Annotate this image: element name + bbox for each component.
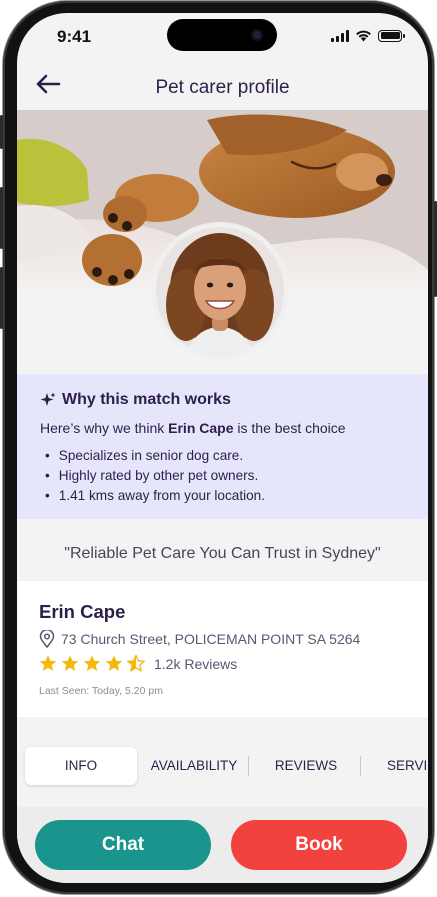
book-button[interactable]: Book bbox=[231, 820, 407, 870]
avatar bbox=[151, 222, 289, 360]
chat-button[interactable]: Chat bbox=[35, 820, 211, 870]
sparkle-icon bbox=[40, 392, 56, 406]
action-bar: Chat Book bbox=[17, 807, 428, 883]
tab-divider bbox=[360, 756, 361, 776]
tab-bar: INFO AVAILABILITY REVIEWS SERVICES bbox=[17, 747, 428, 785]
address-row: 73 Church Street, POLICEMAN POINT SA 526… bbox=[39, 630, 360, 648]
half-star-icon bbox=[127, 655, 145, 672]
star-icon bbox=[39, 655, 57, 671]
camera-icon bbox=[251, 29, 263, 41]
page-title: Pet carer profile bbox=[155, 77, 290, 98]
screen: 9:41 Pet carer profile Why this match wo… bbox=[17, 13, 428, 883]
match-reason: Highly rated by other pet owners. bbox=[45, 466, 265, 486]
profile-tabs: INFO AVAILABILITY REVIEWS SERVICES bbox=[17, 717, 428, 807]
match-intro-after: is the best choice bbox=[233, 420, 346, 436]
status-bar: 9:41 bbox=[17, 13, 428, 59]
match-reason: Specializes in senior dog care. bbox=[45, 446, 265, 466]
phone-frame: 9:41 Pet carer profile Why this match wo… bbox=[0, 1, 437, 894]
tab-info[interactable]: INFO bbox=[25, 747, 137, 785]
last-seen: Last Seen: Today, 5.20 pm bbox=[39, 685, 163, 697]
profile-card: Erin Cape 73 Church Street, POLICEMAN PO… bbox=[17, 581, 428, 717]
volume-up-button bbox=[0, 187, 3, 249]
match-intro: Here’s why we think Erin Cape is the bes… bbox=[40, 420, 346, 436]
match-title: Why this match works bbox=[40, 391, 231, 409]
signal-icon bbox=[331, 29, 349, 42]
wifi-icon bbox=[356, 30, 371, 42]
header: Pet carer profile bbox=[17, 59, 428, 110]
volume-down-button bbox=[0, 267, 3, 329]
tab-divider bbox=[248, 756, 249, 776]
location-pin-icon bbox=[39, 630, 55, 648]
review-count[interactable]: 1.2k Reviews bbox=[154, 656, 237, 672]
battery-icon bbox=[378, 29, 405, 42]
star-icon bbox=[105, 655, 123, 671]
star-icon bbox=[61, 655, 79, 671]
carer-portrait bbox=[156, 227, 284, 355]
mute-switch bbox=[0, 115, 3, 149]
tab-availability[interactable]: AVAILABILITY bbox=[143, 747, 245, 785]
match-reasons-panel: Why this match works Here’s why we think… bbox=[17, 374, 428, 519]
status-icons bbox=[331, 29, 405, 42]
tab-reviews[interactable]: REVIEWS bbox=[253, 747, 359, 785]
dynamic-island bbox=[167, 19, 277, 51]
tagline: "Reliable Pet Care You Can Trust in Sydn… bbox=[64, 545, 381, 562]
match-intro-name: Erin Cape bbox=[168, 420, 234, 436]
star-icon bbox=[83, 655, 101, 671]
match-reason: 1.41 kms away from your location. bbox=[45, 486, 265, 506]
match-reasons-list: Specializes in senior dog care. Highly r… bbox=[45, 446, 265, 506]
address-text: 73 Church Street, POLICEMAN POINT SA 526… bbox=[61, 631, 361, 647]
status-time: 9:41 bbox=[57, 27, 92, 46]
rating-row: 1.2k Reviews bbox=[39, 655, 237, 672]
match-intro-before: Here’s why we think bbox=[40, 420, 169, 436]
carer-name: Erin Cape bbox=[39, 601, 126, 622]
tab-services[interactable]: SERVICES bbox=[387, 747, 428, 785]
match-title-text: Why this match works bbox=[62, 391, 231, 408]
